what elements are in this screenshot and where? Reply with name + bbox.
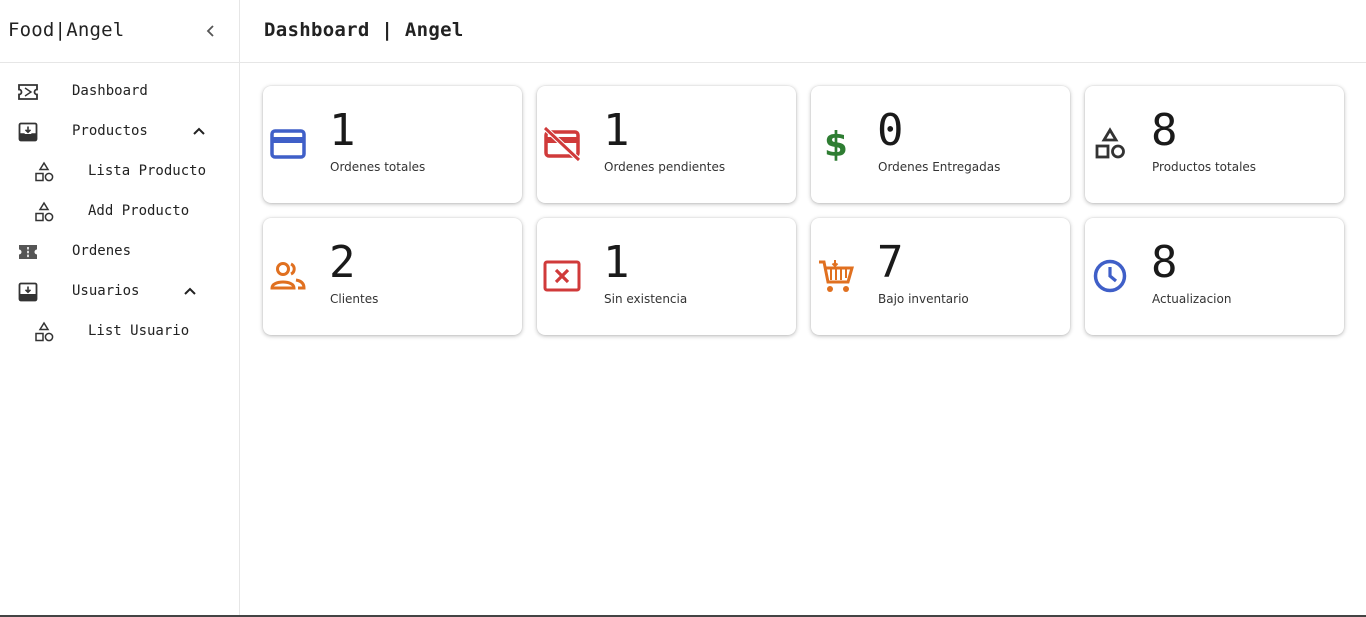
people-icon bbox=[269, 258, 307, 294]
sidebar-item-label: List Usuario bbox=[88, 323, 190, 339]
stat-value: 8 bbox=[1151, 237, 1178, 288]
sidebar-item-dashboard[interactable]: Dashboard bbox=[0, 71, 239, 111]
stat-value: 7 bbox=[877, 237, 904, 288]
stat-label: Ordenes totales bbox=[330, 160, 426, 174]
sidebar-item-lista-producto[interactable]: Lista Producto bbox=[0, 151, 239, 191]
chevron-up-icon[interactable] bbox=[189, 121, 209, 141]
sidebar-item-label: Dashboard bbox=[72, 83, 148, 99]
sidebar-item-list-usuario[interactable]: List Usuario bbox=[0, 311, 239, 351]
sidebar: Food|Angel Dashboard Productos Lista Pro… bbox=[0, 0, 240, 617]
brand-bar: Food|Angel bbox=[0, 0, 239, 63]
stat-value: 8 bbox=[1151, 105, 1178, 156]
stat-card-sin-existencia[interactable]: 1 Sin existencia bbox=[537, 218, 796, 335]
category-icon bbox=[33, 201, 55, 223]
stat-value: 0 bbox=[877, 105, 904, 156]
stat-label: Bajo inventario bbox=[878, 292, 969, 306]
stat-label: Ordenes pendientes bbox=[604, 160, 726, 174]
stat-label: Sin existencia bbox=[604, 292, 688, 306]
sidebar-item-usuarios[interactable]: Usuarios bbox=[0, 271, 239, 311]
sidebar-item-productos[interactable]: Productos bbox=[0, 111, 239, 151]
inbox-icon bbox=[17, 281, 39, 303]
sidebar-item-label: Add Producto bbox=[88, 203, 190, 219]
stats-grid: 1 Ordenes totales 1 Ordenes pendientes $… bbox=[263, 86, 1344, 335]
disabled-x-icon bbox=[543, 258, 581, 294]
stat-value: 1 bbox=[603, 237, 630, 288]
brand-logo[interactable]: Food|Angel bbox=[8, 19, 124, 41]
stat-card-productos-totales[interactable]: 8 Productos totales bbox=[1085, 86, 1344, 203]
stat-value: 1 bbox=[603, 105, 630, 156]
top-header: Dashboard | Angel bbox=[240, 0, 1366, 63]
credit-card-icon bbox=[269, 126, 307, 162]
stat-card-ordenes-totales[interactable]: 1 Ordenes totales bbox=[263, 86, 522, 203]
inbox-icon bbox=[17, 121, 39, 143]
sidebar-item-label: Productos bbox=[72, 123, 148, 139]
page-title: Dashboard | Angel bbox=[264, 19, 464, 41]
sidebar-item-add-producto[interactable]: Add Producto bbox=[0, 191, 239, 231]
stat-value: 1 bbox=[329, 105, 356, 156]
stat-card-bajo-inventario[interactable]: 7 Bajo inventario bbox=[811, 218, 1070, 335]
category-icon bbox=[33, 161, 55, 183]
sidebar-item-label: Lista Producto bbox=[88, 163, 207, 179]
dollar-icon: $ bbox=[817, 126, 855, 162]
chevron-up-icon[interactable] bbox=[180, 281, 200, 301]
stat-label: Productos totales bbox=[1152, 160, 1257, 174]
stat-label: Clientes bbox=[330, 292, 379, 306]
collapse-sidebar-button[interactable] bbox=[200, 20, 222, 42]
sidebar-item-label: Ordenes bbox=[72, 243, 132, 259]
stat-label: Ordenes Entregadas bbox=[878, 160, 1001, 174]
clock-icon bbox=[1091, 258, 1129, 294]
category-icon bbox=[1091, 126, 1129, 162]
stat-card-ordenes-entregadas[interactable]: $ 0 Ordenes Entregadas bbox=[811, 86, 1070, 203]
sidebar-item-label: Usuarios bbox=[72, 283, 140, 299]
credit-card-off-icon bbox=[543, 126, 581, 162]
cart-icon bbox=[817, 258, 855, 294]
category-icon bbox=[33, 321, 55, 343]
sidebar-item-ordenes[interactable]: Ordenes bbox=[0, 231, 239, 271]
svg-text:$: $ bbox=[824, 126, 848, 162]
chevron-left-icon bbox=[206, 25, 214, 37]
ticket-filled-icon bbox=[17, 241, 39, 263]
stat-card-clientes[interactable]: 2 Clientes bbox=[263, 218, 522, 335]
stat-card-actualizacion[interactable]: 8 Actualizacion bbox=[1085, 218, 1344, 335]
ticket-icon bbox=[17, 81, 39, 103]
stat-label: Actualizacion bbox=[1152, 292, 1232, 306]
stat-value: 2 bbox=[329, 237, 356, 288]
stat-card-ordenes-pendientes[interactable]: 1 Ordenes pendientes bbox=[537, 86, 796, 203]
